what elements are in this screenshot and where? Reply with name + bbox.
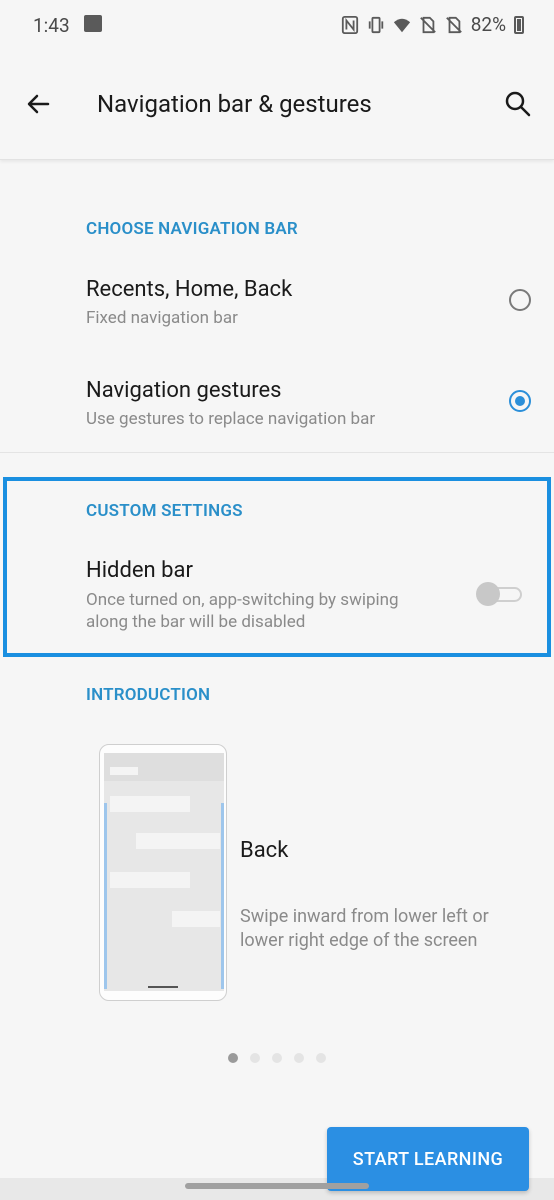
page-dot[interactable] <box>228 1053 238 1063</box>
section-header-introduction: INTRODUCTION <box>86 685 211 705</box>
image-icon <box>84 15 102 32</box>
option-subtitle: Fixed navigation bar <box>86 308 238 328</box>
section-divider <box>0 452 554 453</box>
status-time: 1:43 <box>33 14 70 37</box>
wifi-icon <box>393 18 410 32</box>
page-dot[interactable] <box>272 1053 282 1063</box>
page-dot[interactable] <box>250 1053 260 1063</box>
right-edge-highlight <box>221 803 224 989</box>
toggle-thumb <box>476 582 500 606</box>
option-navigation-gestures[interactable]: Navigation gestures Use gestures to repl… <box>0 360 554 452</box>
setting-subtitle-line2: along the bar will be disabled <box>86 612 306 632</box>
section-header-choose: CHOOSE NAVIGATION BAR <box>86 219 298 239</box>
illustration-bar <box>110 796 190 812</box>
home-indicator <box>148 986 178 988</box>
vibrate-icon <box>368 16 383 33</box>
page-indicator <box>228 1053 326 1063</box>
option-title: Recents, Home, Back <box>86 277 293 302</box>
setting-subtitle-line1: Once turned on, app-switching by swiping <box>86 590 399 610</box>
radio-recents-home-back[interactable] <box>509 289 531 311</box>
page-dot[interactable] <box>316 1053 326 1063</box>
page-dot[interactable] <box>294 1053 304 1063</box>
status-bar: 1:43 82% <box>0 0 554 52</box>
illustration-bar <box>110 872 190 888</box>
illustration-bar <box>110 767 138 775</box>
illustration-bar <box>172 911 220 927</box>
battery-icon <box>514 15 524 34</box>
setting-hidden-bar[interactable]: Hidden bar Once turned on, app-switching… <box>0 540 554 650</box>
no-sim-icon <box>419 16 436 33</box>
radio-navigation-gestures[interactable] <box>509 390 531 412</box>
setting-title: Hidden bar <box>86 558 193 583</box>
hidden-bar-toggle[interactable] <box>476 582 524 606</box>
page-title: Navigation bar & gestures <box>97 90 372 118</box>
phone-illustration <box>99 744 227 1001</box>
section-header-custom: CUSTOM SETTINGS <box>86 501 243 521</box>
left-edge-highlight <box>104 803 107 989</box>
illustration-bar <box>136 833 220 849</box>
battery-percent: 82% <box>470 13 506 36</box>
gesture-handle[interactable] <box>185 1183 369 1189</box>
no-sim-icon <box>445 16 462 33</box>
intro-title: Back <box>240 838 289 863</box>
option-recents-home-back[interactable]: Recents, Home, Back Fixed navigation bar <box>0 258 554 358</box>
arrow-left-icon[interactable] <box>22 88 54 120</box>
search-icon[interactable] <box>502 88 534 120</box>
nfc-icon <box>341 15 358 34</box>
app-bar: Navigation bar & gestures <box>0 52 554 160</box>
status-icons: 82% <box>341 13 524 36</box>
start-learning-button[interactable]: START LEARNING <box>327 1127 529 1191</box>
intro-description: Swipe inward from lower left or lower ri… <box>240 906 489 951</box>
phone-screen <box>104 753 224 991</box>
option-title: Navigation gestures <box>86 378 282 403</box>
option-subtitle: Use gestures to replace navigation bar <box>86 409 376 429</box>
